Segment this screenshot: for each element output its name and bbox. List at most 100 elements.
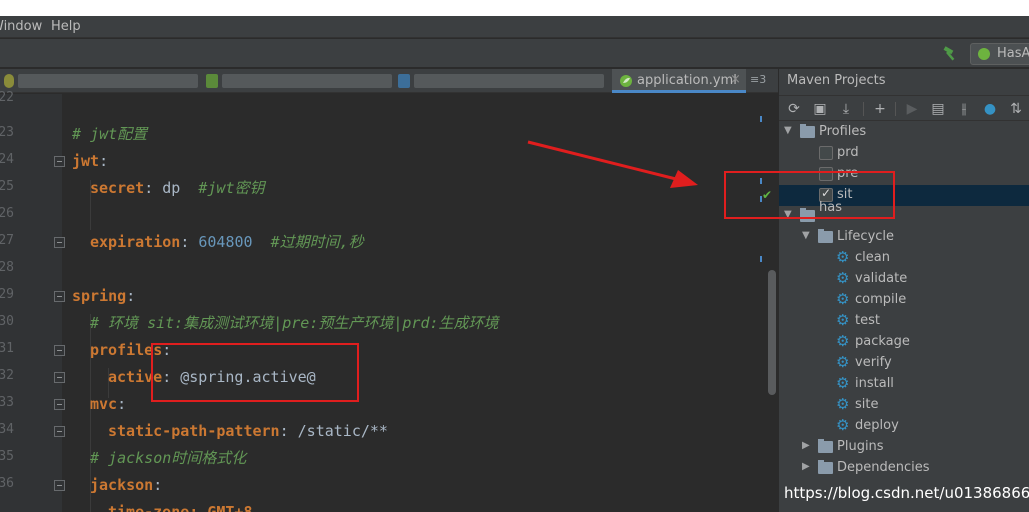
fold-marker[interactable] [54,291,65,302]
plus-icon[interactable]: + [871,100,889,118]
yaml-key: mvc [90,395,118,413]
colon: : [126,287,136,305]
tree-label: package [855,334,910,349]
tab-overflow-button[interactable]: ≡3 [750,73,766,86]
main-toolbar: HasAp [0,39,1029,68]
lifecycle-goal[interactable]: ⚙ package [779,332,1029,353]
annotation-box-active [151,343,359,402]
line-number: 31 [0,341,14,356]
yaml-value: dp [162,179,181,197]
tree-node-lifecycle[interactable]: ▼ Lifecycle [779,227,1029,248]
line-number: 26 [0,206,14,221]
gear-icon: ⚙ [836,248,850,266]
line-number: 34 [0,422,14,437]
lifecycle-goal[interactable]: ⚙ compile [779,290,1029,311]
tree-node-profiles[interactable]: ▼ Profiles [779,122,1029,143]
lifecycle-goal[interactable]: ⚙ install [779,374,1029,395]
refresh-icon[interactable]: ⟳ [785,100,803,118]
yaml-key: jwt [72,152,100,170]
gutter-line: 30 [0,310,62,337]
line-number: 32 [0,368,14,383]
error-stripe-marker[interactable] [760,116,762,122]
chevron-right-icon[interactable]: ▶ [802,440,810,451]
run-config-selector[interactable]: HasAp [970,43,1029,65]
menu-bar: Window Help [0,16,1029,38]
lifecycle-goal[interactable]: ⚙ clean [779,248,1029,269]
code-line-partial: time-zone: GMT+8 [108,503,253,512]
lifecycle-goal[interactable]: ⚙ deploy [779,416,1029,437]
profile-checkbox[interactable] [819,146,833,160]
gutter-line: 33 [0,391,65,418]
lifecycle-goal[interactable]: ⚙ validate [779,269,1029,290]
code-line: secret: dp #jwt密钥 [90,175,265,202]
run-icon[interactable]: ▶ [903,100,921,118]
menu-help[interactable]: Help [51,19,81,34]
profile-prd[interactable]: prd [779,143,1029,164]
colon: : [153,476,163,494]
collapse-icon[interactable]: ⇅ [1007,100,1025,118]
fold-marker[interactable] [54,237,65,248]
lifecycle-goal[interactable]: ⚙ site [779,395,1029,416]
maven-projects-panel: Maven Projects ⟳ ▣ ⤓ + ▶ ▤ ⫲ ● ⇅ ▼ Profi… [778,69,1029,512]
gutter-line: 29 [0,283,65,310]
yaml-value: 604800 [198,233,253,251]
lifecycle-goal[interactable]: ⚙ test [779,311,1029,332]
toolbar-separator [895,102,896,116]
fold-marker[interactable] [54,480,65,491]
update-icon[interactable]: ● [981,100,999,118]
colon: : [180,233,190,251]
fold-marker[interactable] [54,156,65,167]
line-number: 35 [0,449,14,464]
gutter-line: 25 [0,175,62,202]
spring-leaf-icon [978,48,990,60]
folder-icon [818,439,833,453]
comment-text: # jackson时间格式化 [90,449,247,467]
folder-icon [818,460,833,474]
watermark-text: https://blog.csdn.net/u013868665 [784,484,1029,502]
folder-icon [818,229,833,243]
blurred-tab-4[interactable] [222,74,392,88]
gear-icon: ⚙ [836,311,850,329]
annotation-arrow [527,140,698,188]
fold-marker[interactable] [54,399,65,410]
toggle-offline-icon[interactable]: ⫲ [955,100,973,118]
lifecycle-goal[interactable]: ⚙ verify [779,353,1029,374]
line-number: 24 [0,152,14,167]
error-stripe-marker[interactable] [760,256,762,262]
run-config-label: HasAp [997,46,1029,61]
tree-label: Dependencies [837,460,930,475]
gutter-line: 35 [0,445,62,472]
tree-label: site [855,397,879,412]
line-number: 23 [0,125,14,140]
line-number: 27 [0,233,14,248]
tree-node-dependencies[interactable]: ▶ Dependencies [779,458,1029,479]
gutter-line: 27 [0,229,65,256]
tree-label: deploy [855,418,899,433]
download-icon[interactable]: ⤓ [837,100,855,118]
fold-marker[interactable] [54,426,65,437]
folder-add-icon[interactable]: ▣ [811,100,829,118]
chevron-down-icon[interactable]: ▼ [784,125,792,136]
close-icon[interactable]: × [730,72,741,87]
folder-icon [800,124,815,138]
chevron-right-icon[interactable]: ▶ [802,461,810,472]
blurred-tab-5[interactable] [398,74,410,88]
tree-node-plugins[interactable]: ▶ Plugins [779,437,1029,458]
fold-marker[interactable] [54,372,65,383]
colon: : [99,152,109,170]
gear-icon: ⚙ [836,269,850,287]
menu-window[interactable]: Window [0,19,42,34]
code-line: spring: [72,283,135,310]
hammer-icon[interactable] [941,45,959,63]
tab-application-yml[interactable]: application.yml × [612,69,746,93]
editor-scrollbar[interactable] [768,270,776,395]
fold-marker[interactable] [54,345,65,356]
blurred-tab-6[interactable] [414,74,604,88]
execute-icon[interactable]: ▤ [929,100,947,118]
gutter-line: 22 [0,86,62,113]
chevron-down-icon[interactable]: ▼ [802,230,810,241]
yaml-value: /static/** [297,422,388,440]
blurred-tab-3[interactable] [206,74,218,88]
tree-label: test [855,313,880,328]
colon: : [279,422,289,440]
